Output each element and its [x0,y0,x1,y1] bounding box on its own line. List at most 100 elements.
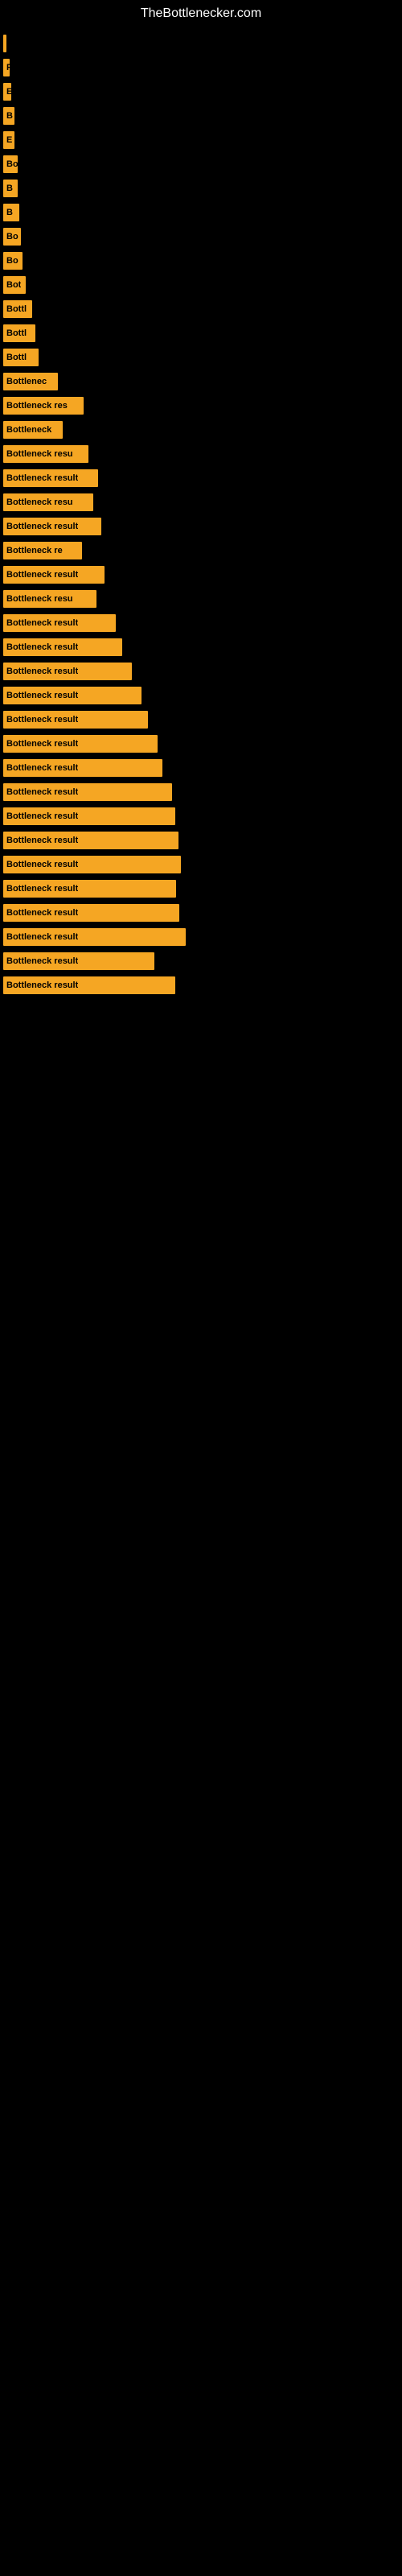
bar-row: Bottleneck result [3,733,402,755]
bar: Bo [3,155,18,173]
bar-row: | [3,32,402,55]
bar: Bottleneck result [3,735,158,753]
bar-row: Bottleneck result [3,612,402,634]
bar-row: Bottlenec [3,370,402,393]
bar: Bottl [3,324,35,342]
bar: Bottl [3,349,39,366]
bar-label: B [6,111,13,121]
bar-label: Bottleneck result [6,473,78,483]
bar-row: Bottleneck result [3,757,402,779]
bar-label: P [6,63,10,72]
bar-label: Bottleneck resu [6,497,73,507]
bar-row: Bottleneck re [3,539,402,562]
bar-label: Bo [6,232,18,242]
bar: Bottleneck result [3,469,98,487]
bar: Bottleneck result [3,687,142,704]
bar-label: Bottleneck [6,425,51,435]
bar-row: Bo [3,153,402,175]
bar-row: Bottleneck result [3,853,402,876]
bar-label: Bo [6,256,18,266]
bar: Bottleneck result [3,759,162,777]
bar: B [3,204,19,221]
bar: Bottleneck result [3,614,116,632]
bar-label: Bottleneck result [6,667,78,676]
bar-row: Bottleneck result [3,926,402,948]
bar-row: Bottleneck result [3,467,402,489]
bar: B [3,180,18,197]
bar-label: Bottleneck result [6,980,78,990]
bar: Bottleneck result [3,832,178,849]
bar-row: Bottleneck result [3,829,402,852]
bar-label: B [6,208,13,217]
bar-label: Bot [6,280,21,290]
bar-row: E [3,80,402,103]
bar-row: Bottleneck [3,419,402,441]
bar-label: Bottleneck re [6,546,63,555]
bar-label: B [6,184,13,193]
bar-row: Bottleneck resu [3,443,402,465]
bars-container: | P E B E Bo B B Bo Bo Bot Bottl Bottl Bottl Bottlenec… [0,24,402,1006]
bar: Bo [3,252,23,270]
bar: E [3,83,11,101]
bar-row: Bottleneck result [3,660,402,683]
bar-label: Bottleneck result [6,642,78,652]
bar: Bottleneck res [3,397,84,415]
bar-row: B [3,177,402,200]
bar: Bottl [3,300,32,318]
bar-label: E [6,135,12,145]
bar-label: Bottlenec [6,377,47,386]
bar: Bottleneck result [3,904,179,922]
bar: Bottleneck resu [3,445,88,463]
bar-label: Bottleneck resu [6,449,73,459]
bar-label: Bottleneck result [6,691,78,700]
bar: Bottleneck re [3,542,82,559]
bar: B [3,107,14,125]
bar-label: Bo [6,159,18,169]
bar-row: Bo [3,250,402,272]
bar-row: Bottleneck result [3,636,402,658]
bar-label: Bottl [6,328,27,338]
bar: Bottleneck result [3,880,176,898]
bar: | [3,35,6,52]
bar-row: Bottleneck resu [3,491,402,514]
bar-row: Bottleneck result [3,805,402,828]
bar: Bottleneck result [3,566,105,584]
bar: Bo [3,228,21,246]
bar-label: Bottleneck result [6,836,78,845]
bar-label: E [6,87,11,97]
bar-row: Bottleneck result [3,781,402,803]
bar-label: Bottleneck result [6,884,78,894]
bar-label: Bottleneck result [6,787,78,797]
bar: Bot [3,276,26,294]
bar: Bottleneck result [3,807,175,825]
bar-label: Bottleneck result [6,522,78,531]
bar-label: Bottleneck result [6,956,78,966]
bar: Bottleneck result [3,711,148,729]
bar-row: Bottl [3,346,402,369]
bar-row: Bottleneck result [3,684,402,707]
bar-label: Bottleneck result [6,811,78,821]
site-title: TheBottlenecker.com [0,0,402,24]
bar: Bottlenec [3,373,58,390]
bar-row: Bottleneck result [3,902,402,924]
bar-row: Bottleneck result [3,708,402,731]
bar-row: Bottleneck res [3,394,402,417]
bar: Bottleneck result [3,856,181,873]
bar-label: Bottleneck result [6,860,78,869]
bar-row: Bottleneck result [3,515,402,538]
bar: Bottleneck result [3,783,172,801]
bar: Bottleneck [3,421,63,439]
bar-label: Bottl [6,353,27,362]
bar-label: Bottleneck result [6,618,78,628]
bar-row: Bottleneck result [3,974,402,997]
bar: Bottleneck result [3,976,175,994]
bar: Bottleneck result [3,638,122,656]
bar-label: Bottleneck result [6,763,78,773]
bar-row: Bottl [3,298,402,320]
bar-label: Bottleneck resu [6,594,73,604]
bar: Bottleneck result [3,518,101,535]
bar-row: B [3,201,402,224]
bar-row: Bottl [3,322,402,345]
bar-row: Bottleneck result [3,877,402,900]
bar-row: Bo [3,225,402,248]
